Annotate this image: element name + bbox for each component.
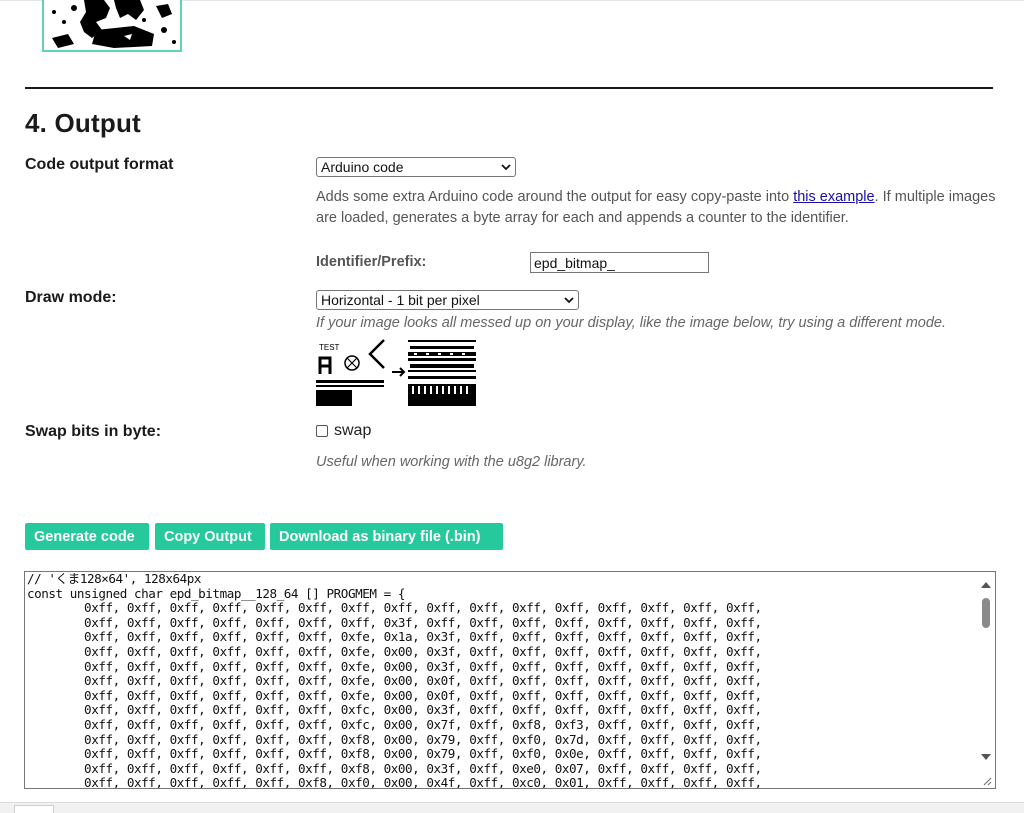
resize-grip-icon[interactable] xyxy=(982,776,992,786)
code-format-select[interactable]: Arduino code xyxy=(316,157,516,177)
code-line: 0xff, 0xff, 0xff, 0xff, 0xff, 0xff, 0xfc… xyxy=(27,716,762,732)
swap-bits-label: Swap bits in byte: xyxy=(25,423,162,440)
code-line: 0xff, 0xff, 0xff, 0xff, 0xff, 0xff, 0xfc… xyxy=(27,702,762,718)
generate-code-button[interactable]: Generate code xyxy=(25,523,149,550)
copy-output-button[interactable]: Copy Output xyxy=(155,523,265,550)
bottom-scrollbar-track[interactable] xyxy=(0,802,1024,813)
draw-mode-example-image: TEST xyxy=(316,339,476,406)
this-example-link[interactable]: this example xyxy=(793,189,874,205)
draw-mode-selected: Horizontal - 1 bit per pixel xyxy=(321,292,480,308)
scrollbar-thumb[interactable] xyxy=(982,598,990,628)
draw-mode-help: If your image looks all messed up on you… xyxy=(316,315,946,331)
download-bin-button[interactable]: Download as binary file (.bin) xyxy=(270,523,503,550)
code-line: 0xff, 0xff, 0xff, 0xff, 0xff, 0xf8, 0xf0… xyxy=(27,775,762,789)
code-line: 0xff, 0xff, 0xff, 0xff, 0xff, 0xff, 0xf8… xyxy=(27,760,762,776)
code-format-label: Code output format xyxy=(25,156,174,173)
draw-mode-select[interactable]: Horizontal - 1 bit per pixel xyxy=(316,290,579,310)
identifier-label: Identifier/Prefix: xyxy=(316,254,427,270)
swap-bits-help: Useful when working with the u8g2 librar… xyxy=(316,454,587,470)
image-preview-canvas xyxy=(42,0,182,52)
scroll-down-icon[interactable] xyxy=(981,754,991,760)
code-line: 0xff, 0xff, 0xff, 0xff, 0xff, 0xff, 0xfe… xyxy=(27,629,762,645)
code-line: // 'くま128×64', 128x64px xyxy=(27,571,202,586)
identifier-input[interactable] xyxy=(530,252,709,273)
draw-mode-label: Draw mode: xyxy=(25,289,117,306)
vertical-scrollbar[interactable] xyxy=(978,572,995,788)
code-format-help: Adds some extra Arduino code around the … xyxy=(316,187,996,229)
image-preview-bitmap xyxy=(44,0,180,50)
chevron-down-icon xyxy=(564,297,574,304)
code-format-selected: Arduino code xyxy=(321,159,404,175)
code-line: 0xff, 0xff, 0xff, 0xff, 0xff, 0xff, 0xfe… xyxy=(27,687,762,703)
code-line: 0xff, 0xff, 0xff, 0xff, 0xff, 0xff, 0xff… xyxy=(27,600,762,616)
draw-mode-example-caption: TEST xyxy=(319,343,340,352)
section-divider xyxy=(25,87,993,89)
scroll-up-icon[interactable] xyxy=(981,582,991,588)
code-line: 0xff, 0xff, 0xff, 0xff, 0xff, 0xff, 0xfe… xyxy=(27,658,762,674)
code-output-textarea[interactable]: // 'くま128×64', 128x64px const unsigned c… xyxy=(24,571,996,789)
section-title: 4. Output xyxy=(25,108,141,138)
chevron-down-icon xyxy=(501,164,511,171)
code-line: 0xff, 0xff, 0xff, 0xff, 0xff, 0xff, 0xff… xyxy=(27,614,762,630)
swap-checkbox-row[interactable]: swap xyxy=(316,422,371,440)
code-line: 0xff, 0xff, 0xff, 0xff, 0xff, 0xff, 0xf8… xyxy=(27,746,762,762)
code-output-text: // 'くま128×64', 128x64px const unsigned c… xyxy=(27,571,762,789)
code-line: const unsigned char epd_bitmap__128_64 [… xyxy=(27,585,406,601)
code-line: 0xff, 0xff, 0xff, 0xff, 0xff, 0xff, 0xfe… xyxy=(27,643,762,659)
code-line: 0xff, 0xff, 0xff, 0xff, 0xff, 0xff, 0xf8… xyxy=(27,731,762,747)
checkbox-icon[interactable] xyxy=(316,425,328,437)
code-line: 0xff, 0xff, 0xff, 0xff, 0xff, 0xff, 0xfe… xyxy=(27,673,762,689)
swap-checkbox-label: swap xyxy=(334,422,372,439)
code-format-help-before: Adds some extra Arduino code around the … xyxy=(316,189,794,205)
